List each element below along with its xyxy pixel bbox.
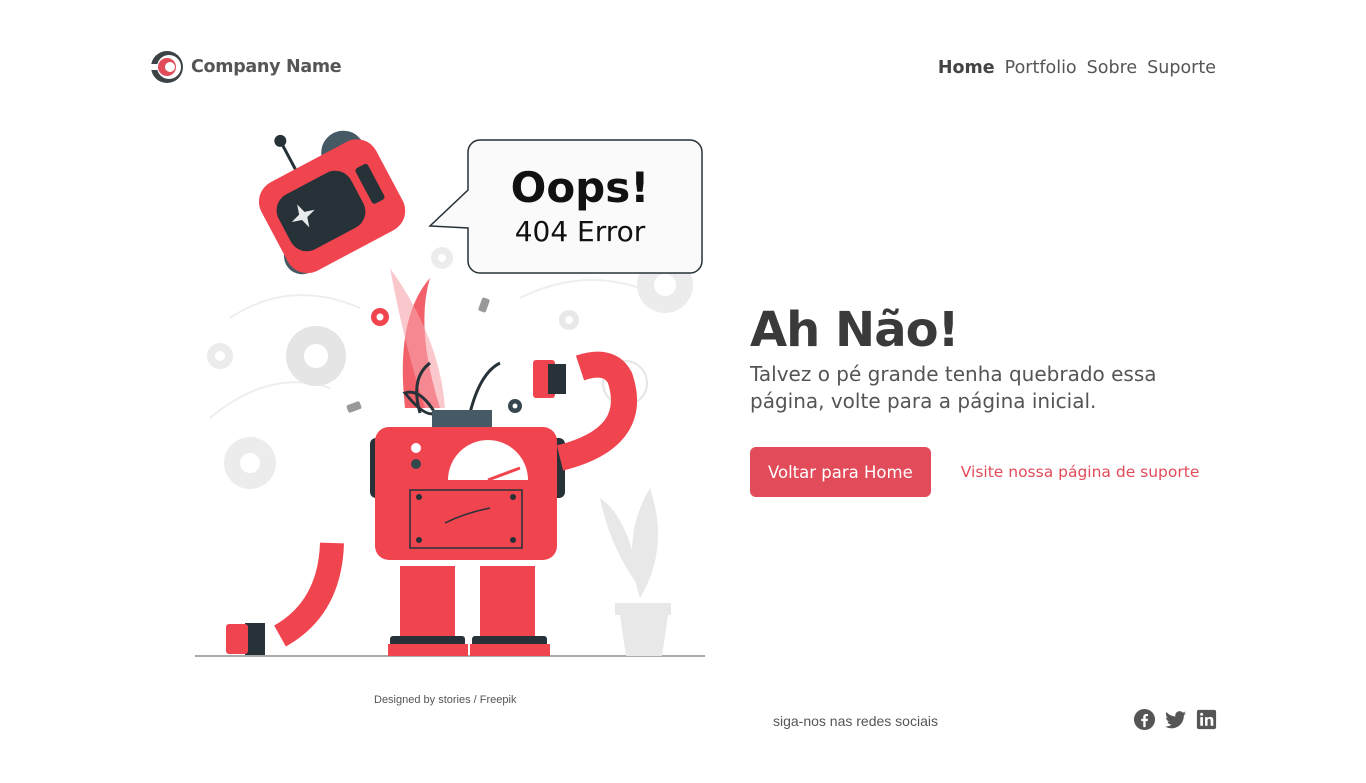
illustration-credit[interactable]: Designed by stories / Freepik (374, 694, 516, 706)
broken-robot-illustration: Oops! 404 Error (195, 130, 705, 657)
nav-sobre[interactable]: Sobre (1087, 58, 1138, 78)
social-links (1133, 708, 1218, 731)
speech-bubble: Oops! 404 Error (428, 139, 703, 274)
main-nav: Home Portfolio Sobre Suporte (938, 58, 1216, 78)
gear-icon (371, 308, 389, 326)
facebook-icon[interactable] (1133, 708, 1156, 731)
brand-name: Company Name (191, 57, 342, 77)
robot-head (258, 130, 406, 275)
robot-body (370, 427, 565, 560)
page-title: Ah Não! (750, 302, 959, 358)
brand[interactable]: Company Name (150, 50, 342, 84)
nav-suporte[interactable]: Suporte (1147, 58, 1216, 78)
gear-icon (559, 310, 579, 330)
company-logo-icon (150, 51, 183, 83)
gear-icon (508, 399, 522, 413)
linkedin-icon[interactable] (1195, 708, 1218, 731)
nav-portfolio[interactable]: Portfolio (1005, 58, 1077, 78)
error-content: Ah Não! Talvez o pé grande tenha quebrad… (750, 300, 1220, 497)
twitter-icon[interactable] (1164, 708, 1187, 731)
nav-home[interactable]: Home (938, 58, 995, 78)
bubble-title: Oops! (511, 163, 650, 212)
gear-icon (207, 343, 233, 369)
plant-pot (600, 488, 671, 656)
gear-icon (286, 326, 346, 386)
actions: Voltar para Home Visite nossa página de … (750, 447, 1220, 497)
gear-icon (224, 437, 276, 489)
page-subtitle: Talvez o pé grande tenha quebrado essa p… (750, 362, 1157, 413)
header: Company Name Home Portfolio Sobre Suport… (150, 50, 1216, 86)
social-text: siga-nos nas redes sociais (773, 713, 938, 729)
back-home-button[interactable]: Voltar para Home (750, 447, 931, 497)
support-link[interactable]: Visite nossa página de suporte (961, 463, 1200, 481)
bubble-subtitle: 404 Error (515, 215, 646, 248)
gear-icon (431, 247, 453, 269)
